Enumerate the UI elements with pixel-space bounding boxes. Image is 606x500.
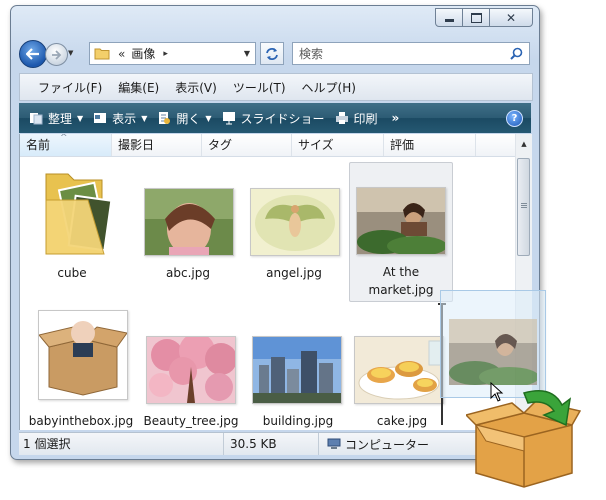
drag-ghost-thumbnail: [449, 319, 537, 385]
file-name: abc.jpg: [166, 266, 210, 280]
caption-buttons: ✕: [435, 8, 533, 27]
organize-dropdown-icon: ▼: [77, 113, 84, 123]
print-button[interactable]: 印刷: [335, 110, 378, 127]
menu-help[interactable]: ヘルプ(H): [300, 79, 358, 96]
command-bar: 整理 ▼ 表示 ▼ 開く ▼ スライドショー 印刷 » ?: [19, 103, 531, 133]
column-name[interactable]: ^ 名前: [20, 134, 112, 156]
refresh-button[interactable]: [260, 42, 284, 65]
file-item-building[interactable]: building.jpg: [246, 300, 350, 428]
file-name: angel.jpg: [266, 266, 322, 280]
help-icon[interactable]: ?: [506, 109, 523, 127]
menu-bar: ファイル(F) 編集(E) 表示(V) ツール(T) ヘルプ(H): [19, 73, 533, 101]
views-icon: [93, 111, 107, 125]
column-size-label: サイズ: [298, 138, 334, 152]
photo-thumbnail: [144, 188, 234, 256]
address-dropdown[interactable]: ▼: [244, 49, 250, 58]
file-item-angel[interactable]: angel.jpg: [242, 160, 346, 288]
close-button[interactable]: ✕: [489, 8, 533, 27]
print-icon: [335, 111, 349, 125]
views-button[interactable]: 表示 ▼: [93, 110, 147, 127]
forward-button[interactable]: [45, 43, 68, 66]
file-item-abc[interactable]: abc.jpg: [136, 160, 240, 288]
column-rating[interactable]: 評価: [384, 134, 476, 156]
address-location[interactable]: 画像: [131, 45, 155, 62]
menu-edit[interactable]: 編集(E): [116, 79, 161, 96]
views-label: 表示: [112, 111, 137, 126]
forward-arrow-icon: [52, 49, 62, 60]
column-tags[interactable]: タグ: [202, 134, 292, 156]
folder-icon: [45, 173, 113, 255]
address-overflow-chevron[interactable]: «: [118, 47, 125, 61]
slideshow-label: スライドショー: [240, 111, 325, 126]
sort-ascending-icon: ^: [60, 134, 68, 143]
status-size: 30.5 KB: [224, 433, 319, 455]
back-arrow-icon: [26, 48, 39, 60]
close-icon: ✕: [505, 10, 517, 25]
print-label: 印刷: [353, 111, 378, 126]
folder-icon: [94, 48, 110, 60]
maximize-button[interactable]: [462, 8, 490, 27]
back-button[interactable]: [19, 40, 47, 68]
photo-thumbnail: [250, 188, 340, 256]
organize-label: 整理: [48, 111, 73, 126]
file-name: babyinthebox.jpg: [28, 414, 134, 428]
search-icon[interactable]: [510, 47, 523, 60]
minimize-button[interactable]: [435, 8, 463, 27]
column-date-taken[interactable]: 撮影日: [112, 134, 202, 156]
open-button[interactable]: 開く ▼: [157, 110, 212, 127]
status-selection-count: 1 個選択: [19, 433, 224, 455]
column-name-label: 名前: [26, 138, 51, 152]
file-name: Beauty_tree.jpg: [143, 414, 239, 428]
breadcrumb-arrow[interactable]: ▸: [163, 49, 168, 59]
column-tags-label: タグ: [208, 138, 233, 152]
organize-button[interactable]: 整理 ▼: [29, 110, 83, 127]
maximize-icon: [470, 12, 482, 23]
search-input[interactable]: 検索: [299, 45, 323, 62]
column-rating-label: 評価: [390, 138, 415, 152]
scrollbar-thumb[interactable]: [517, 158, 530, 256]
slideshow-button[interactable]: スライドショー: [222, 110, 325, 127]
menu-file[interactable]: ファイル(F): [36, 79, 104, 96]
search-box[interactable]: 検索: [292, 42, 530, 65]
column-date-taken-label: 撮影日: [118, 138, 155, 152]
navigation-buttons: ▼: [19, 40, 75, 68]
open-dropdown-icon: ▼: [205, 113, 212, 123]
open-label: 開く: [176, 111, 201, 126]
photo-thumbnail: [146, 336, 236, 404]
file-item-beauty-tree[interactable]: Beauty_tree.jpg: [136, 300, 246, 428]
open-cardboard-box-icon: [466, 390, 581, 488]
photo-thumbnail: [356, 187, 446, 255]
menu-tools[interactable]: ツール(T): [231, 79, 288, 96]
slideshow-icon: [222, 111, 236, 125]
menu-view[interactable]: 表示(V): [173, 79, 219, 96]
organize-icon: [29, 111, 43, 125]
photo-thumbnail: [354, 336, 444, 404]
photo-thumbnail: [252, 336, 342, 404]
scroll-up-arrow-icon[interactable]: ▲: [516, 136, 532, 152]
photo-thumbnail: [38, 310, 128, 400]
column-headers: ^ 名前 撮影日 タグ サイズ 評価: [20, 134, 516, 157]
column-size[interactable]: サイズ: [292, 134, 384, 156]
file-item-cube[interactable]: cube: [26, 160, 118, 288]
file-item-babyinthebox[interactable]: babyinthebox.jpg: [26, 300, 136, 428]
file-item-at-the-market[interactable]: At the market.jpg: [349, 162, 453, 302]
file-name: At the market.jpg: [368, 265, 434, 297]
address-bar[interactable]: « 画像 ▸ ▼: [89, 42, 256, 65]
file-name: building.jpg: [262, 414, 334, 428]
open-icon: [157, 111, 171, 125]
more-commands-button[interactable]: »: [392, 111, 400, 125]
computer-icon: [327, 438, 341, 449]
status-bar: 1 個選択 30.5 KB コンピューター: [19, 432, 531, 455]
status-location: コンピューター: [319, 433, 429, 455]
scrollbar-grip: [521, 203, 527, 209]
views-dropdown-icon: ▼: [141, 113, 148, 123]
refresh-icon: [266, 47, 278, 60]
status-location-label: コンピューター: [345, 437, 430, 452]
file-item-cake[interactable]: cake.jpg: [350, 300, 454, 428]
file-name: cake.jpg: [376, 414, 428, 428]
file-name: cube: [57, 266, 87, 280]
recent-pages-dropdown[interactable]: ▼: [68, 49, 73, 57]
minimize-icon: [444, 19, 454, 22]
